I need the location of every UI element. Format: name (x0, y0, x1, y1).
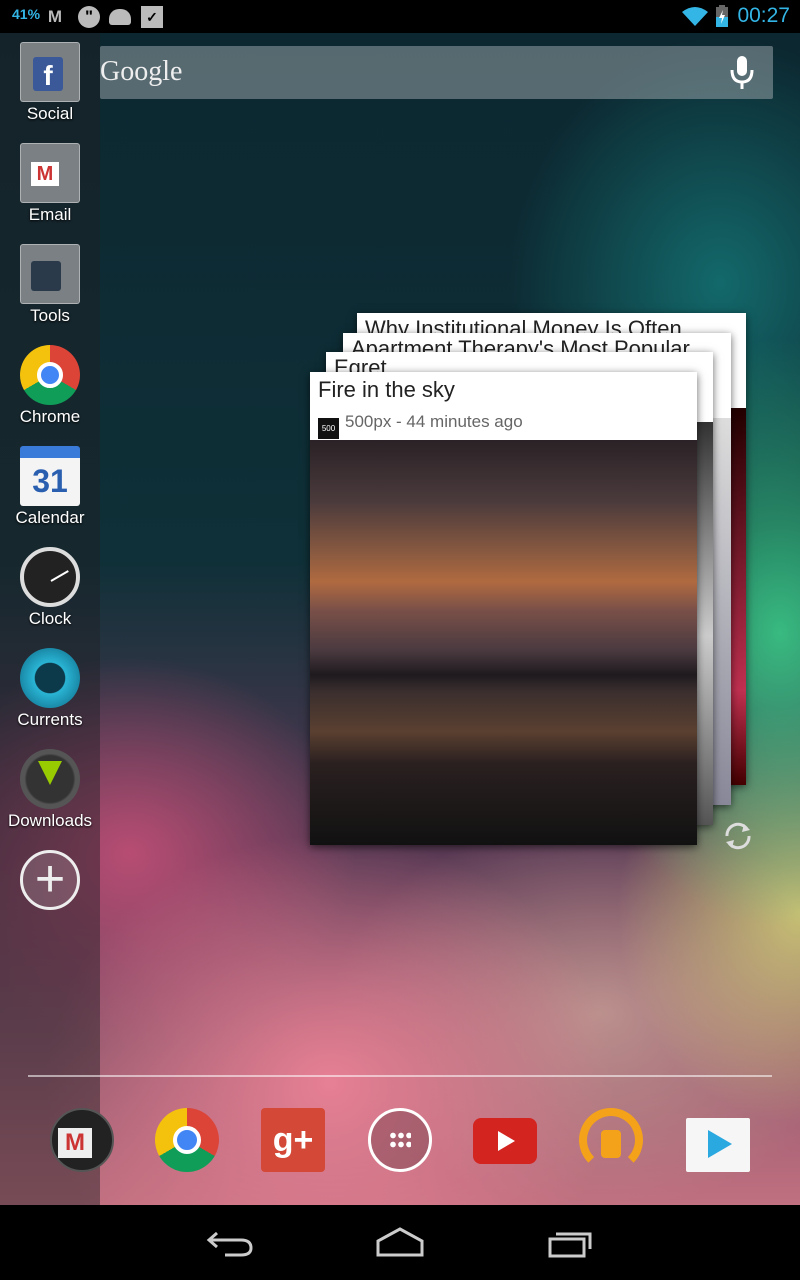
clock-icon (20, 547, 80, 607)
google-plus-icon[interactable]: g+ (261, 1108, 325, 1172)
play-music-icon[interactable] (579, 1108, 643, 1172)
app-label: Email (28, 205, 72, 224)
mic-icon[interactable] (729, 56, 755, 90)
tools-folder-icon (20, 244, 80, 304)
app-label: Calendar (15, 508, 85, 527)
battery-percent: 41% (12, 6, 41, 22)
app-label: Chrome (19, 407, 81, 426)
app-label: Clock (28, 609, 72, 628)
card-source: 500 500px - 44 minutes ago (318, 412, 523, 439)
social-folder-icon: f (20, 42, 80, 102)
card-title: Fire in the sky (318, 377, 455, 402)
home-icon[interactable] (375, 1225, 425, 1259)
play-store-icon: ✓ (141, 6, 163, 28)
app-label: Currents (17, 710, 83, 729)
gmail-icon: M (47, 7, 63, 26)
hangouts-icon: " (78, 6, 100, 28)
google-search-bar[interactable]: Google (100, 46, 773, 99)
back-icon[interactable] (205, 1225, 255, 1259)
youtube-icon[interactable] (473, 1118, 537, 1164)
news-card[interactable]: Fire in the sky 500 500px - 44 minutes ag… (310, 372, 697, 845)
navigation-bar (0, 1205, 800, 1280)
app-label: Tools (30, 306, 70, 325)
app-label: Social (26, 104, 74, 123)
android-icon (109, 9, 131, 25)
app-label: Downloads (7, 811, 93, 830)
chrome-icon[interactable] (155, 1108, 219, 1172)
chrome-icon (20, 345, 80, 405)
recents-icon[interactable] (546, 1225, 596, 1259)
google-logo: Google (100, 56, 183, 87)
gmail-folder-icon[interactable]: M (50, 1108, 114, 1172)
add-icon: + (20, 850, 80, 910)
source-text: 500px - 44 minutes ago (345, 412, 523, 431)
calendar-icon: 31 (20, 446, 80, 506)
dock-divider (28, 1075, 772, 1077)
500px-logo: 500 (318, 418, 339, 439)
play-store-icon[interactable] (686, 1118, 750, 1172)
refresh-icon[interactable] (722, 820, 754, 852)
email-folder-icon: M (20, 143, 80, 203)
wifi-icon (682, 7, 708, 26)
status-bar: 41% M " ✓ 00:27 (0, 0, 800, 33)
currents-icon (20, 648, 80, 708)
clock-time: 00:27 (737, 4, 790, 27)
card-photo (310, 440, 697, 845)
downloads-icon (20, 749, 80, 809)
all-apps-icon[interactable] (368, 1108, 432, 1172)
battery-charging-icon (716, 5, 728, 27)
